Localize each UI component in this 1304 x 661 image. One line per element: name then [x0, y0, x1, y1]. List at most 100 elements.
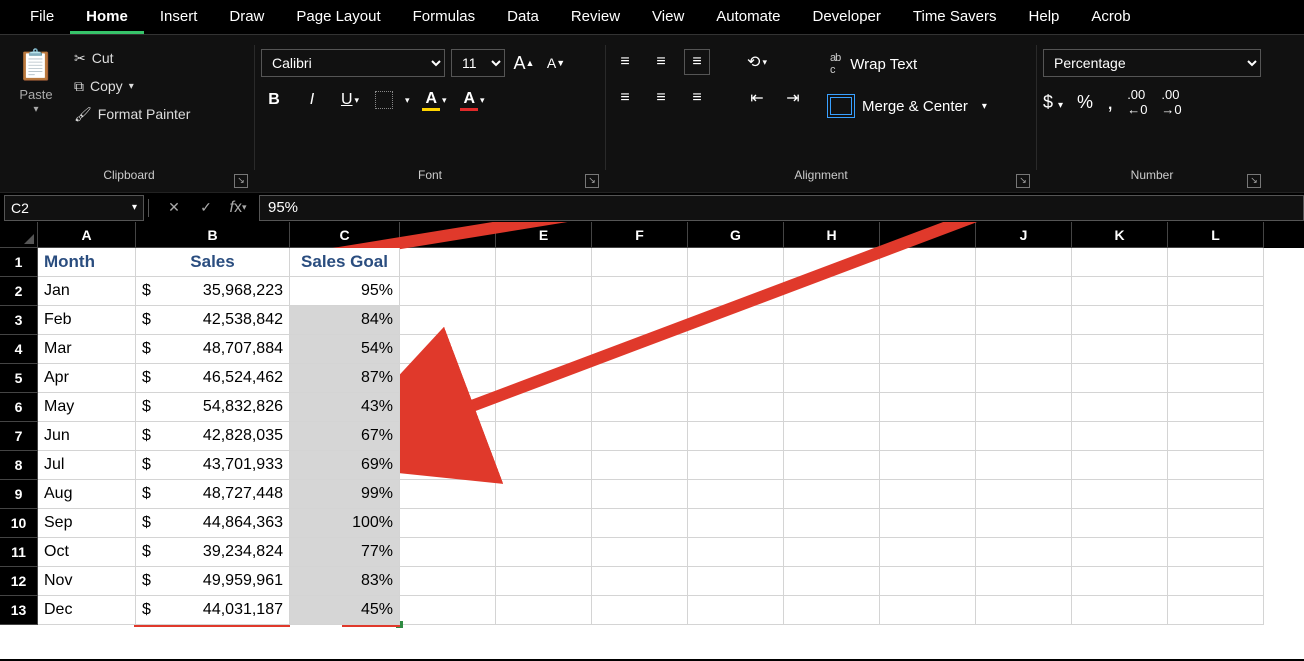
cell-D4[interactable]	[400, 335, 496, 364]
cell-K12[interactable]	[1072, 567, 1168, 596]
cell-I7[interactable]	[880, 422, 976, 451]
cell-month-aug[interactable]: Aug	[38, 480, 136, 509]
font-color-button[interactable]: A▾	[460, 87, 486, 113]
column-header-A[interactable]: A	[38, 222, 136, 248]
cell-sales-jul[interactable]: $43,701,933	[136, 451, 290, 480]
cell-K11[interactable]	[1072, 538, 1168, 567]
dialog-launcher-icon[interactable]: ↘	[1247, 174, 1261, 188]
cell-L4[interactable]	[1168, 335, 1264, 364]
cell-month-sep[interactable]: Sep	[38, 509, 136, 538]
align-left-icon[interactable]: ≡	[612, 85, 638, 111]
cell-K3[interactable]	[1072, 306, 1168, 335]
percent-format-button[interactable]: %	[1077, 92, 1093, 113]
column-header-H[interactable]: H	[784, 222, 880, 248]
italic-button[interactable]: I	[299, 87, 325, 113]
cell-H11[interactable]	[784, 538, 880, 567]
cell-E5[interactable]	[496, 364, 592, 393]
cell-E12[interactable]	[496, 567, 592, 596]
header-sales-goal[interactable]: Sales Goal	[290, 248, 400, 277]
number-format-select[interactable]: Percentage	[1043, 49, 1261, 77]
formula-bar[interactable]	[259, 195, 1304, 221]
increase-indent-icon[interactable]: ⇥	[780, 85, 806, 111]
column-header-E[interactable]: E	[496, 222, 592, 248]
menu-item-file[interactable]: File	[14, 2, 70, 34]
format-painter-button[interactable]: 🖌 Format Painter	[68, 101, 196, 127]
cell-sales-oct[interactable]: $39,234,824	[136, 538, 290, 567]
menu-item-data[interactable]: Data	[491, 2, 555, 34]
decrease-font-icon[interactable]: A▼	[543, 50, 569, 76]
cell-sales-apr[interactable]: $46,524,462	[136, 364, 290, 393]
cell-E3[interactable]	[496, 306, 592, 335]
cell-G10[interactable]	[688, 509, 784, 538]
cell-I5[interactable]	[880, 364, 976, 393]
cell-E1[interactable]	[496, 248, 592, 277]
cell-sales-mar[interactable]: $48,707,884	[136, 335, 290, 364]
cell-L7[interactable]	[1168, 422, 1264, 451]
cell-F8[interactable]	[592, 451, 688, 480]
cell-J12[interactable]	[976, 567, 1072, 596]
accept-formula-icon[interactable]: ✓	[193, 195, 219, 221]
align-middle-icon[interactable]: ≡	[648, 49, 674, 75]
cell-goal-jan[interactable]: 95%	[290, 277, 400, 306]
cell-H13[interactable]	[784, 596, 880, 625]
cell-H10[interactable]	[784, 509, 880, 538]
cell-K8[interactable]	[1072, 451, 1168, 480]
decrease-indent-icon[interactable]: ⇤	[744, 85, 770, 111]
menu-item-formulas[interactable]: Formulas	[397, 2, 492, 34]
column-header-G[interactable]: G	[688, 222, 784, 248]
column-header-I[interactable]: I	[880, 222, 976, 248]
underline-button[interactable]: U▾	[337, 87, 363, 113]
cell-L11[interactable]	[1168, 538, 1264, 567]
cell-month-dec[interactable]: Dec	[38, 596, 136, 625]
cell-sales-jun[interactable]: $42,828,035	[136, 422, 290, 451]
wrap-text-button[interactable]: abc Wrap Text	[830, 49, 987, 79]
cell-E2[interactable]	[496, 277, 592, 306]
menu-item-insert[interactable]: Insert	[144, 2, 214, 34]
cell-H9[interactable]	[784, 480, 880, 509]
row-header-11[interactable]: 11	[0, 538, 38, 567]
cell-D2[interactable]	[400, 277, 496, 306]
menu-item-view[interactable]: View	[636, 2, 700, 34]
cell-F4[interactable]	[592, 335, 688, 364]
cell-F13[interactable]	[592, 596, 688, 625]
cell-H6[interactable]	[784, 393, 880, 422]
cell-F3[interactable]	[592, 306, 688, 335]
cell-F11[interactable]	[592, 538, 688, 567]
cell-L5[interactable]	[1168, 364, 1264, 393]
cell-J7[interactable]	[976, 422, 1072, 451]
cell-K13[interactable]	[1072, 596, 1168, 625]
cell-K6[interactable]	[1072, 393, 1168, 422]
cell-D1[interactable]	[400, 248, 496, 277]
cell-K9[interactable]	[1072, 480, 1168, 509]
cell-E10[interactable]	[496, 509, 592, 538]
cell-I1[interactable]	[880, 248, 976, 277]
cell-J11[interactable]	[976, 538, 1072, 567]
cell-G6[interactable]	[688, 393, 784, 422]
cell-L3[interactable]	[1168, 306, 1264, 335]
cell-sales-dec[interactable]: $44,031,187	[136, 596, 290, 625]
increase-font-icon[interactable]: A▲	[511, 50, 537, 76]
paste-button[interactable]: 📋 Paste ▾	[10, 45, 62, 115]
increase-decimal-button[interactable]: .00←0	[1127, 87, 1147, 117]
cell-H8[interactable]	[784, 451, 880, 480]
cell-F6[interactable]	[592, 393, 688, 422]
column-header-F[interactable]: F	[592, 222, 688, 248]
cell-H3[interactable]	[784, 306, 880, 335]
cell-H1[interactable]	[784, 248, 880, 277]
cell-J6[interactable]	[976, 393, 1072, 422]
cell-goal-dec[interactable]: 45%	[290, 596, 400, 625]
cell-goal-jul[interactable]: 69%	[290, 451, 400, 480]
cell-month-apr[interactable]: Apr	[38, 364, 136, 393]
cell-K4[interactable]	[1072, 335, 1168, 364]
cell-goal-nov[interactable]: 83%	[290, 567, 400, 596]
cell-D10[interactable]	[400, 509, 496, 538]
copy-button[interactable]: ⧉ Copy ▾	[68, 73, 196, 99]
accounting-format-button[interactable]: $ ▾	[1043, 92, 1063, 113]
cell-G12[interactable]	[688, 567, 784, 596]
cell-L2[interactable]	[1168, 277, 1264, 306]
cell-goal-feb[interactable]: 84%	[290, 306, 400, 335]
menu-item-time-savers[interactable]: Time Savers	[897, 2, 1013, 34]
header-month[interactable]: Month	[38, 248, 136, 277]
cell-J5[interactable]	[976, 364, 1072, 393]
cell-D13[interactable]	[400, 596, 496, 625]
